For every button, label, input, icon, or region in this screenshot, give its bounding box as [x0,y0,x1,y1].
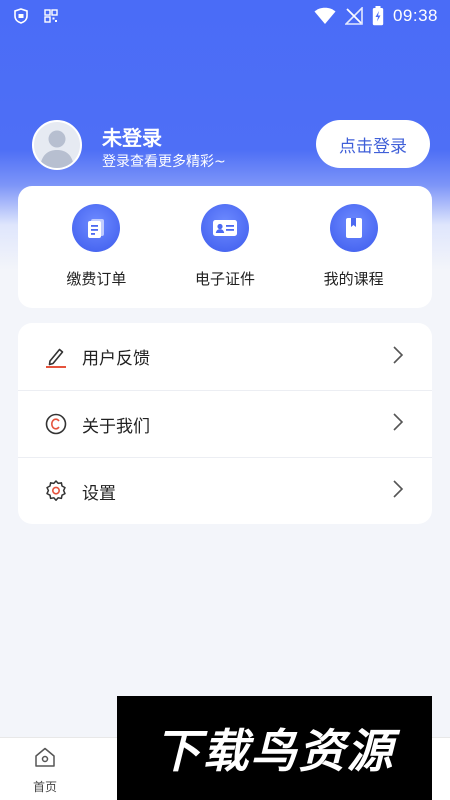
shield-icon [14,8,28,24]
wifi-icon [314,7,336,25]
id-card-icon [200,204,249,252]
quick-action-id-card[interactable]: 电子证件 [170,186,280,308]
menu-item-label: 关于我们 [82,416,150,437]
user-name: 未登录 [102,126,162,150]
quick-action-label: 电子证件 [194,270,255,288]
default-avatar-icon [34,122,80,168]
chevron-right-icon [392,345,404,369]
battery-charging-icon [372,6,384,26]
watermark-overlay: 下载鸟资源 [117,696,432,800]
menu-item-settings[interactable]: 设置 [18,457,432,524]
menu-list: 用户反馈 关于我们 设置 [18,323,432,524]
quick-action-orders[interactable]: 缴费订单 [41,186,151,308]
quick-action-label: 缴费订单 [66,270,127,288]
menu-item-feedback[interactable]: 用户反馈 [18,323,432,390]
chevron-right-icon [392,479,404,503]
edit-pen-icon [44,345,68,369]
quick-action-courses[interactable]: 我的课程 [299,186,409,308]
course-book-icon [329,204,378,252]
settings-gear-icon [44,479,68,503]
tab-home-label: 首页 [32,780,57,794]
menu-item-label: 设置 [82,483,116,504]
order-document-icon [72,204,121,252]
status-bar: 09:38 [0,0,450,32]
clock-time: 09:38 [392,6,438,25]
avatar[interactable] [32,120,82,170]
no-signal-icon [344,7,363,25]
menu-item-about[interactable]: 关于我们 [18,390,432,457]
watermark-text: 下载鸟资源 [154,724,395,778]
quick-action-label: 我的课程 [323,270,384,288]
home-icon [34,746,56,772]
chevron-right-icon [392,412,404,436]
profile-section: 未登录 登录查看更多精彩~ 点击登录 [32,120,432,172]
user-subtitle: 登录查看更多精彩~ [102,154,226,170]
qr-icon [44,9,58,23]
login-button[interactable]: 点击登录 [316,120,430,168]
tab-home[interactable]: 首页 [22,746,68,795]
menu-item-label: 用户反馈 [82,349,150,369]
quick-actions-card: 缴费订单 电子证件 我的课程 [18,186,432,308]
copyright-icon [44,412,68,436]
